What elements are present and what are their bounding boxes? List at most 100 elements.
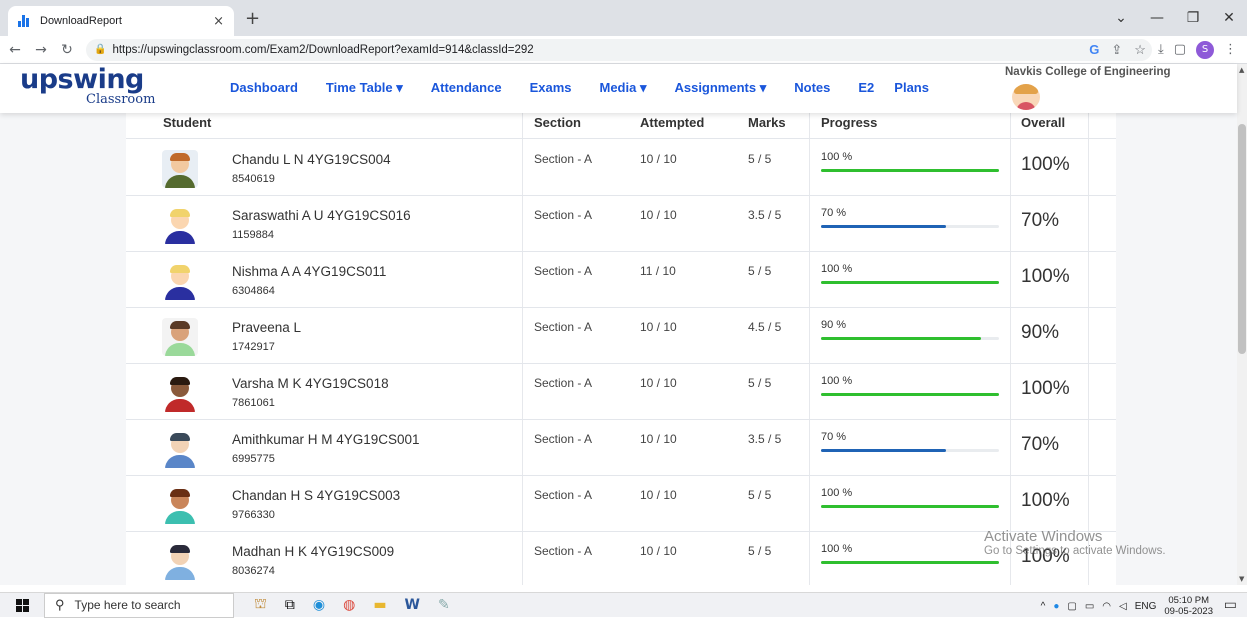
search-icon: ⚲	[55, 597, 65, 612]
eiffel-tower-widget-icon[interactable]: ⛫	[254, 596, 267, 614]
task-view-icon[interactable]: ⧉	[285, 597, 295, 613]
attempted-cell: 10 / 10	[640, 488, 677, 502]
minimize-button[interactable]: —	[1139, 0, 1175, 36]
marks-cell: 5 / 5	[748, 376, 772, 390]
section-cell: Section - A	[534, 264, 593, 278]
tab-favicon-icon	[18, 15, 32, 27]
menu-e2[interactable]: E2	[858, 80, 874, 96]
header-progress: Progress	[821, 115, 878, 130]
attempted-cell: 10 / 10	[640, 152, 677, 166]
menu-dashboard[interactable]: Dashboard	[230, 80, 298, 96]
reload-icon[interactable]: ↻	[56, 42, 78, 58]
bookmark-star-icon[interactable]: ☆	[1134, 42, 1146, 58]
progress-bar-fill	[821, 337, 982, 340]
avatar-body	[165, 287, 195, 300]
menu-exams[interactable]: Exams	[530, 80, 572, 96]
new-tab-button[interactable]: +	[245, 8, 260, 29]
overall-cell: 70%	[1021, 434, 1060, 455]
paint-icon[interactable]: ✎	[438, 597, 450, 613]
progress-bar	[821, 393, 999, 396]
battery-icon[interactable]: ▭	[1085, 601, 1094, 612]
avatar-hair	[170, 153, 190, 161]
volume-icon[interactable]: ◁	[1119, 601, 1127, 612]
menu-notes[interactable]: Notes	[794, 80, 830, 96]
avatar-body	[165, 399, 195, 412]
page-scrollbar[interactable]: ▲ ▼	[1237, 64, 1247, 585]
upswing-logo[interactable]: upswing Classroom	[20, 66, 155, 110]
scroll-up-icon[interactable]: ▲	[1239, 66, 1244, 74]
tab-search-icon[interactable]: ⌄	[1103, 0, 1139, 36]
overall-cell: 100%	[1021, 490, 1070, 511]
restore-button[interactable]: ❐	[1175, 0, 1211, 36]
browser-menu-icon[interactable]: ⋮	[1224, 42, 1237, 57]
wifi-icon[interactable]: ◠	[1102, 601, 1111, 612]
back-arrow-icon[interactable]: ←	[4, 42, 26, 58]
marks-cell: 3.5 / 5	[748, 432, 782, 446]
profile-avatar[interactable]: S	[1196, 40, 1214, 59]
avatar-body	[165, 455, 195, 468]
user-avatar[interactable]	[1012, 84, 1040, 110]
marks-cell: 5 / 5	[748, 264, 772, 278]
url-field[interactable]: 🔒 https://upswingclassroom.com/Exam2/Dow…	[86, 38, 1152, 61]
close-window-button[interactable]: ✕	[1211, 0, 1247, 36]
search-placeholder: Type here to search	[74, 598, 181, 612]
progress-bar-fill	[821, 505, 999, 508]
student-id: 8540619	[232, 173, 275, 185]
attempted-cell: 10 / 10	[640, 376, 677, 390]
scrollbar-thumb[interactable]	[1238, 124, 1246, 354]
menu-attendance[interactable]: Attendance	[431, 80, 502, 96]
student-avatar	[162, 374, 198, 412]
student-id: 1159884	[232, 229, 275, 241]
windows-start-icon[interactable]	[0, 598, 44, 612]
student-name: Praveena L	[232, 320, 302, 335]
attempted-cell: 10 / 10	[640, 320, 677, 334]
tab-close-icon[interactable]: ×	[213, 14, 224, 29]
menu-time-table[interactable]: Time Table ▾	[326, 80, 403, 96]
progress-bar	[821, 449, 999, 452]
tray-meet-icon[interactable]: ▢	[1067, 601, 1076, 612]
menu-media[interactable]: Media ▾	[599, 80, 646, 96]
side-panel-icon[interactable]: ▢	[1174, 42, 1186, 57]
overall-cell: 70%	[1021, 210, 1060, 231]
college-name: Navkis College of Engineering	[1005, 66, 1171, 78]
download-icon[interactable]: ⤓	[1158, 42, 1164, 57]
menu-assignments[interactable]: Assignments ▾	[674, 80, 766, 96]
word-icon[interactable]: W	[405, 597, 420, 613]
student-name: Nishma A A 4YG19CS011	[232, 264, 387, 279]
avatar-hair	[170, 545, 190, 553]
forward-arrow-icon[interactable]: →	[30, 42, 52, 58]
menu-plans[interactable]: Plans	[894, 80, 929, 96]
student-name: Amithkumar H M 4YG19CS001	[232, 432, 420, 447]
share-icon[interactable]: ⇪	[1111, 42, 1122, 58]
table-row: Saraswathi A U 4YG19CS016 1159884 Sectio…	[126, 196, 1116, 252]
scroll-down-icon[interactable]: ▼	[1239, 575, 1244, 583]
file-explorer-icon[interactable]: ▬	[373, 597, 386, 613]
progress-label: 100 %	[821, 487, 853, 499]
taskbar-search[interactable]: ⚲ Type here to search	[44, 592, 234, 618]
tray-app-icon[interactable]: ●	[1053, 601, 1059, 612]
student-avatar	[162, 206, 198, 244]
clock[interactable]: 05:10 PM 09-05-2023	[1164, 595, 1213, 617]
language-indicator[interactable]: ENG	[1135, 601, 1157, 612]
student-id: 6304864	[232, 285, 275, 297]
progress-bar	[821, 337, 999, 340]
marks-cell: 5 / 5	[748, 488, 772, 502]
progress-bar	[821, 169, 999, 172]
progress-label: 100 %	[821, 543, 853, 555]
tray-chevron-icon[interactable]: ^	[1041, 601, 1046, 612]
google-lens-icon[interactable]: G	[1089, 42, 1099, 57]
progress-label: 70 %	[821, 207, 847, 219]
progress-bar-fill	[821, 449, 946, 452]
notification-icon[interactable]: ▭	[1224, 597, 1237, 613]
section-cell: Section - A	[534, 432, 593, 446]
section-cell: Section - A	[534, 376, 593, 390]
edge-icon[interactable]: ◉	[313, 597, 325, 613]
chrome-icon[interactable]: ◍	[343, 597, 355, 613]
browser-tab[interactable]: DownloadReport ×	[8, 6, 234, 36]
section-cell: Section - A	[534, 544, 593, 558]
watermark-title: Activate Windows	[984, 528, 1103, 545]
student-name: Madhan H K 4YG19CS009	[232, 544, 395, 559]
section-cell: Section - A	[534, 152, 593, 166]
taskbar-apps: ⛫ ⧉ ◉ ◍ ▬ W ✎	[254, 596, 450, 614]
table-row: Madhan H K 4YG19CS009 8036274 Section - …	[126, 532, 1116, 585]
